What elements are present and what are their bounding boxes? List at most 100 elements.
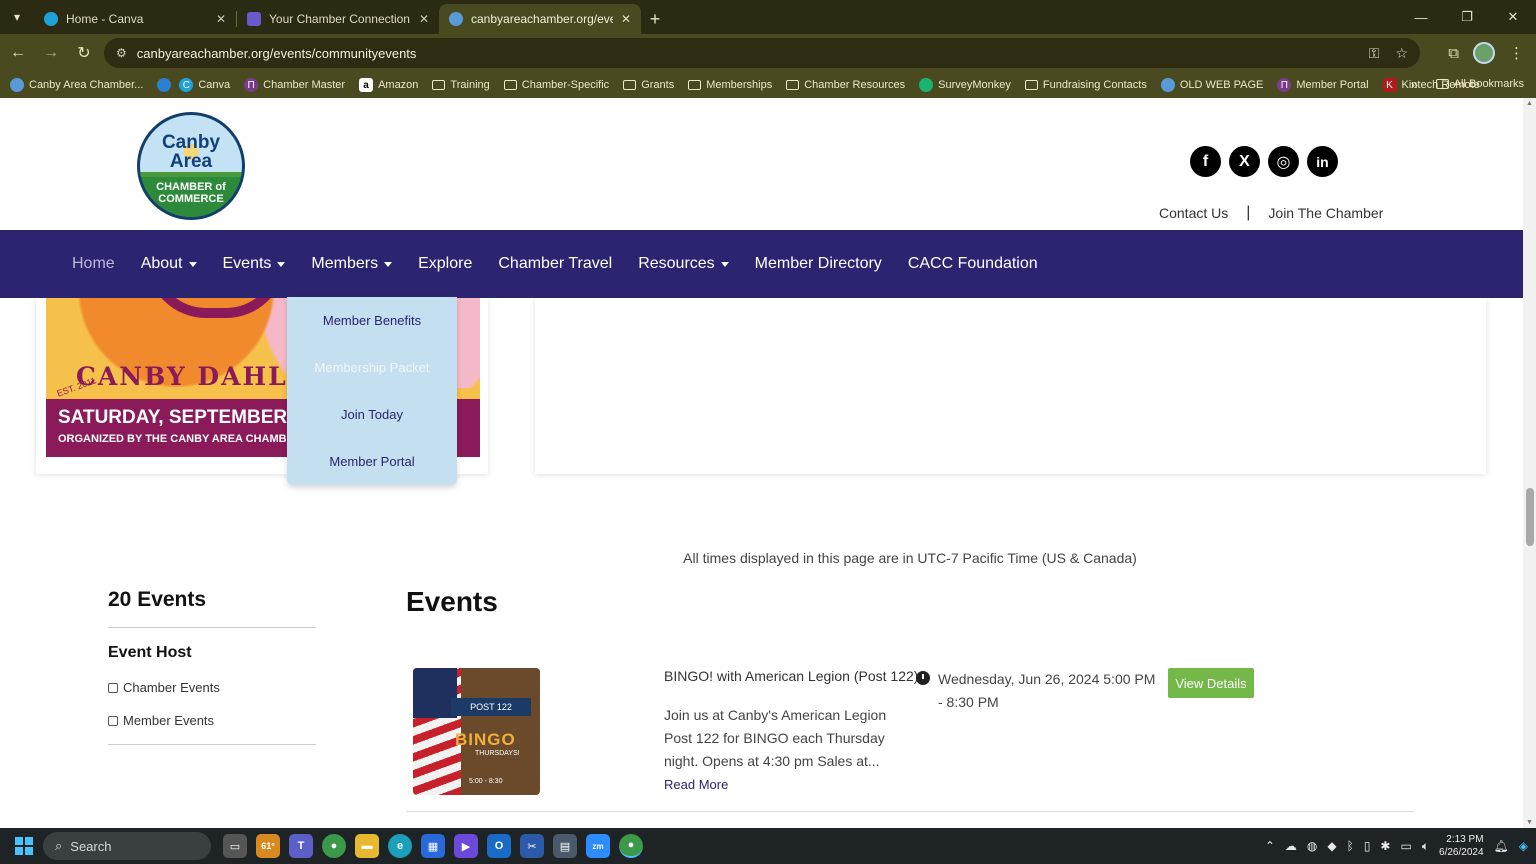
display-icon[interactable]: ▭ <box>1400 839 1411 853</box>
volume-icon[interactable]: 🔈︎ <box>1422 839 1429 854</box>
close-tab-icon[interactable]: ✕ <box>216 12 226 26</box>
browser-menu-icon[interactable]: ⋮ <box>1509 44 1524 62</box>
zoom-icon[interactable]: zm <box>586 834 610 858</box>
bookmark-chamber-master[interactable]: Π Chamber Master <box>244 78 345 92</box>
event-count: 20 Events <box>108 588 316 628</box>
address-bar[interactable]: ⚙ canbyareachamber.org/events/communitye… <box>104 38 1420 68</box>
chrome-icon[interactable]: ● <box>322 834 346 858</box>
copilot-icon[interactable]: ◈ <box>1519 839 1528 853</box>
minimize-icon[interactable]: — <box>1398 0 1444 34</box>
task-view-icon[interactable]: ▭ <box>223 834 247 858</box>
menu-item-member-benefits[interactable]: Member Benefits <box>287 297 457 344</box>
bookmark-star-icon[interactable]: ☆ <box>1395 45 1408 62</box>
event-thumbnail[interactable]: POST 122 BINGO THURSDAYS! 5:00 - 8:30 <box>413 668 540 795</box>
bookmark-extension[interactable] <box>157 78 172 92</box>
event-title[interactable]: BINGO! with American Legion (Post 122) <box>664 668 918 684</box>
nav-resources[interactable]: Resources <box>638 255 729 273</box>
media-player-icon[interactable]: ▶ <box>454 834 478 858</box>
browser-tab-newsletter[interactable]: Your Chamber Connection - News ✕ <box>237 4 439 34</box>
all-bookmarks-button[interactable]: All Bookmarks <box>1435 78 1524 90</box>
bookmark-folder-grants[interactable]: Grants <box>623 79 674 91</box>
nav-members[interactable]: Members <box>311 255 393 273</box>
instagram-icon[interactable]: ◎ <box>1268 146 1299 177</box>
bookmark-folder-training[interactable]: Training <box>432 79 490 91</box>
taskbar-clock[interactable]: 2:13 PM 6/26/2024 <box>1439 833 1484 859</box>
puzzle-icon <box>157 78 172 92</box>
bookmark-old-web-page[interactable]: OLD WEB PAGE <box>1160 78 1263 92</box>
member-events-checkbox[interactable] <box>108 715 118 726</box>
nav-cacc-foundation[interactable]: CACC Foundation <box>908 255 1038 273</box>
chrome-active-icon[interactable]: ● <box>619 834 643 858</box>
new-tab-button[interactable]: + <box>641 5 669 33</box>
taskbar-search[interactable]: ⌕ Search <box>43 832 211 860</box>
nav-member-directory[interactable]: Member Directory <box>755 255 882 273</box>
linkedin-icon[interactable]: in <box>1307 146 1338 177</box>
facebook-icon[interactable]: f <box>1190 146 1221 177</box>
edge-icon[interactable]: e <box>388 834 412 858</box>
password-key-icon[interactable]: ⚿ <box>1369 45 1380 62</box>
bookmark-amazon[interactable]: a Amazon <box>359 78 418 92</box>
bookmark-folder-chamber-specific[interactable]: Chamber-Specific <box>503 79 609 91</box>
bookmark-folder-fundraising[interactable]: Fundraising Contacts <box>1024 79 1147 91</box>
nav-about[interactable]: About <box>141 255 197 273</box>
back-icon[interactable]: ← <box>3 38 33 68</box>
extensions-icon[interactable]: ⧉ <box>1448 45 1459 62</box>
bookmark-member-portal[interactable]: Π Member Portal <box>1277 78 1369 92</box>
filter-member-events[interactable]: Member Events <box>108 713 316 728</box>
bookmarks-overflow-icon[interactable]: » <box>1411 77 1418 92</box>
close-tab-icon[interactable]: ✕ <box>621 12 631 26</box>
nav-explore[interactable]: Explore <box>418 255 472 273</box>
scroll-up-icon[interactable]: ▲ <box>1526 100 1533 107</box>
notification-bell-icon[interactable]: 🔔︎ <box>1494 839 1509 853</box>
tray-app-icon[interactable]: ◍ <box>1307 839 1317 853</box>
bookmark-canva[interactable]: C Canva <box>179 78 230 92</box>
nav-home[interactable]: Home <box>72 255 115 273</box>
teams-icon[interactable]: T <box>289 834 313 858</box>
tab-search-button[interactable]: ▾ <box>4 4 30 30</box>
close-window-icon[interactable]: ✕ <box>1490 0 1536 34</box>
browser-tab-canva[interactable]: Home - Canva ✕ <box>34 4 236 34</box>
canva-icon: C <box>179 78 194 92</box>
filter-chamber-events[interactable]: Chamber Events <box>108 680 316 695</box>
tray-overflow-icon[interactable]: ⌃ <box>1265 839 1275 853</box>
nav-chamber-travel[interactable]: Chamber Travel <box>498 255 612 273</box>
close-tab-icon[interactable]: ✕ <box>419 12 429 26</box>
bluetooth-icon[interactable]: ᛒ <box>1347 839 1354 853</box>
store-icon[interactable]: ▦ <box>421 834 445 858</box>
bookmark-folder-chamber-resources[interactable]: Chamber Resources <box>786 79 905 91</box>
weather-icon[interactable]: 61° <box>256 834 280 858</box>
bookmark-canby-chamber[interactable]: Canby Area Chamber... <box>10 78 143 92</box>
view-details-button[interactable]: View Details <box>1168 668 1254 698</box>
menu-item-join-today[interactable]: Join Today <box>287 391 457 438</box>
read-more-link[interactable]: Read More <box>664 777 728 792</box>
scroll-down-icon[interactable]: ▼ <box>1526 819 1533 826</box>
profile-avatar[interactable] <box>1473 42 1495 64</box>
tray-app3-icon[interactable]: ✱ <box>1380 839 1390 853</box>
calculator-icon[interactable]: ▤ <box>553 834 577 858</box>
folder-icon <box>432 80 446 90</box>
battery-icon[interactable]: ▯ <box>1364 839 1371 853</box>
x-icon[interactable]: X <box>1229 146 1260 177</box>
chamber-logo[interactable]: Canby Area CHAMBER of COMMERCE <box>137 112 245 220</box>
bookmark-surveymonkey[interactable]: SurveyMonkey <box>919 78 1011 92</box>
chamber-events-checkbox[interactable] <box>108 682 118 693</box>
browser-tab-events[interactable]: canbyareachamber.org/events/co ✕ <box>439 4 641 34</box>
menu-item-membership-packet[interactable]: Membership Packet <box>287 344 457 391</box>
snipping-tool-icon[interactable]: ✂ <box>520 834 544 858</box>
bookmark-folder-memberships[interactable]: Memberships <box>688 79 772 91</box>
page-scrollbar[interactable]: ▲ ▼ <box>1523 98 1536 828</box>
site-info-icon[interactable]: ⚙ <box>116 46 127 60</box>
file-explorer-icon[interactable]: ▬ <box>355 834 379 858</box>
onedrive-icon[interactable]: ☁ <box>1285 839 1297 853</box>
reload-icon[interactable]: ↻ <box>69 38 99 68</box>
join-chamber-link[interactable]: Join The Chamber <box>1268 205 1383 221</box>
contact-us-link[interactable]: Contact Us <box>1159 205 1228 221</box>
forward-icon[interactable]: → <box>36 38 66 68</box>
tray-app2-icon[interactable]: ◆ <box>1327 839 1336 853</box>
outlook-icon[interactable]: O <box>487 834 511 858</box>
nav-events[interactable]: Events <box>223 255 286 273</box>
restore-icon[interactable]: ❐ <box>1444 0 1490 34</box>
windows-start-icon[interactable] <box>15 837 33 855</box>
menu-item-member-portal[interactable]: Member Portal <box>287 438 457 485</box>
scrollbar-thumb[interactable] <box>1526 488 1534 546</box>
